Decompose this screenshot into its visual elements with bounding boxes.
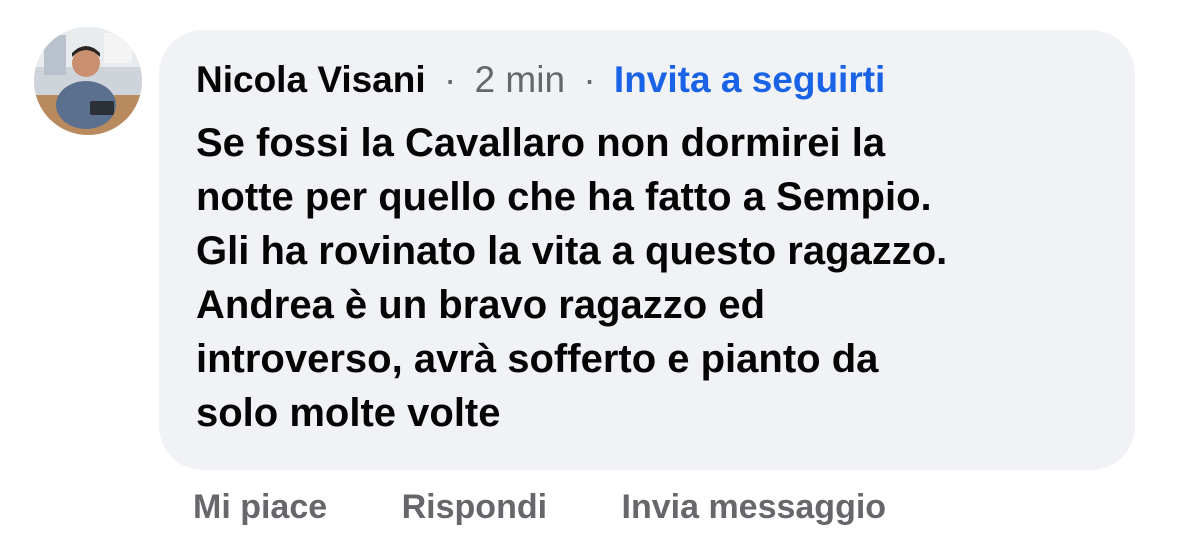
comment-text-line: introverso, avrà sofferto e pianto da xyxy=(196,337,879,381)
invite-follow-link[interactable]: Invita a seguirti xyxy=(614,59,885,100)
comment-actions: Mi piace Rispondi Invia messaggio xyxy=(193,484,886,530)
comment-text-line: notte per quello che ha fatto a Sempio. xyxy=(196,175,932,219)
comment-item: Nicola Visani · 2 min · Invita a seguirt… xyxy=(0,0,1200,550)
timestamp[interactable]: 2 min xyxy=(475,59,565,100)
comment-text-line: Andrea è un bravo ragazzo ed xyxy=(196,283,766,327)
separator-dot: · xyxy=(583,59,596,100)
reply-button[interactable]: Rispondi xyxy=(402,484,547,530)
comment-text-line: Se fossi la Cavallaro non dormirei la xyxy=(196,121,886,165)
comment-text-line: Gli ha rovinato la vita a questo ragazzo… xyxy=(196,229,948,273)
like-button[interactable]: Mi piace xyxy=(193,484,327,530)
author-name[interactable]: Nicola Visani xyxy=(196,59,426,100)
send-message-button[interactable]: Invia messaggio xyxy=(622,484,887,530)
avatar[interactable] xyxy=(34,27,142,135)
comment-header: Nicola Visani · 2 min · Invita a seguirt… xyxy=(196,56,885,104)
comment-text: Se fossi la Cavallaro non dormirei la no… xyxy=(196,116,1116,440)
comment-bubble: Nicola Visani · 2 min · Invita a seguirt… xyxy=(159,30,1135,470)
profile-photo-icon xyxy=(34,27,142,135)
comment-text-line: solo molte volte xyxy=(196,391,501,435)
separator-dot: · xyxy=(443,59,457,100)
